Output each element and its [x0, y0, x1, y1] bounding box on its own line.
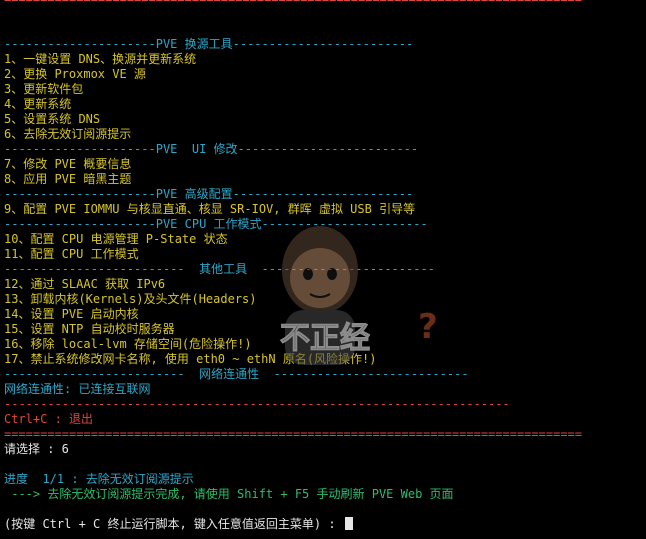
exit-label: Ctrl+C : 退出 — [4, 412, 94, 426]
menu-item-17: 17、禁止系统修改网卡名称, 使用 eth0 ~ ethN 原名(风险操作!) — [4, 352, 377, 366]
choice-prompt: 请选择 : 6 — [4, 442, 69, 456]
section-header-advanced: ---------------------PVE 高级配置-----------… — [4, 187, 414, 201]
menu-item-9: 9、配置 PVE IOMMU 与核显直通、核显 SR-IOV, 群晖 虚拟 US… — [4, 202, 416, 216]
top-rule: ========================================… — [4, 0, 646, 7]
section-header-network: ------------------------- 网络连通性 --------… — [4, 367, 469, 381]
menu-item-1: 1、一键设置 DNS、换源并更新系统 — [4, 52, 197, 66]
progress-line: 进度 1/1 : 去除无效订阅源提示 — [4, 472, 194, 486]
menu-item-15: 15、设置 NTP 自动校时服务器 — [4, 322, 175, 336]
section-header-other: ------------------------- 其他工具 ---------… — [4, 262, 435, 276]
result-line: ---> 去除无效订阅源提示完成, 请使用 Shift + F5 手动刷新 PV… — [4, 487, 454, 501]
section-header-ui: ---------------------PVE UI 修改----------… — [4, 142, 419, 156]
menu-item-5: 5、设置系统 DNS — [4, 112, 101, 126]
menu-item-13: 13、卸载内核(Kernels)及头文件(Headers) — [4, 292, 257, 306]
menu-item-14: 14、设置 PVE 启动内核 — [4, 307, 139, 321]
section-header-cpu: ---------------------PVE CPU 工作模式-------… — [4, 217, 428, 231]
cursor[interactable] — [344, 517, 353, 530]
section-header-mirror: ---------------------PVE 换源工具-----------… — [4, 37, 414, 51]
menu-item-11: 11、配置 CPU 工作模式 — [4, 247, 139, 261]
menu-item-10: 10、配置 CPU 电源管理 P-State 状态 — [4, 232, 228, 246]
menu-item-4: 4、更新系统 — [4, 97, 72, 111]
menu-item-6: 6、去除无效订阅源提示 — [4, 127, 132, 141]
menu-item-16: 16、移除 local-lvm 存储空间(危险操作!) — [4, 337, 252, 351]
network-status: 网络连通性: 已连接互联网 — [4, 382, 151, 396]
menu-item-12: 12、通过 SLAAC 获取 IPv6 — [4, 277, 166, 291]
menu-item-7: 7、修改 PVE 概要信息 — [4, 157, 132, 171]
exit-rule: ----------------------------------------… — [4, 397, 510, 411]
menu-item-8: 8、应用 PVE 暗黑主题 — [4, 172, 132, 186]
final-prompt-line[interactable]: (按键 Ctrl + C 终止运行脚本, 键入任意值返回主菜单) : — [4, 517, 646, 532]
final-prompt-text: (按键 Ctrl + C 终止运行脚本, 键入任意值返回主菜单) : — [4, 517, 343, 531]
bottom-rule: ========================================… — [4, 427, 582, 441]
menu-item-2: 2、更换 Proxmox VE 源 — [4, 67, 146, 81]
terminal-window[interactable]: ========================================… — [0, 0, 646, 539]
menu-item-3: 3、更新软件包 — [4, 82, 84, 96]
